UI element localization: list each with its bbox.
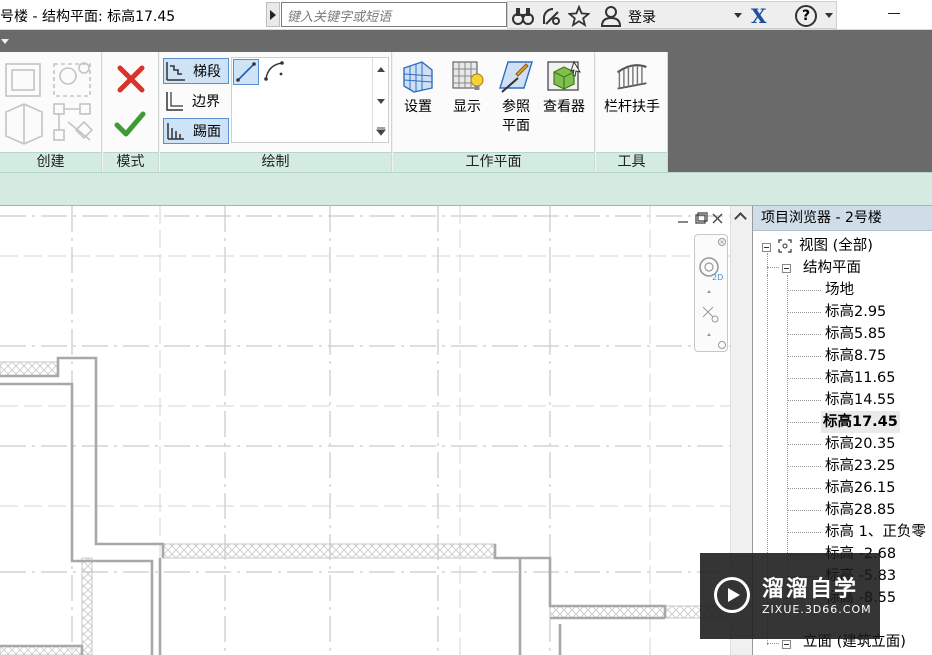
tree-node-level[interactable]: 标高14.55 xyxy=(825,389,896,411)
window-title: 号楼 - 结构平面: 标高17.45 xyxy=(0,9,176,25)
minimize-icon[interactable] xyxy=(888,13,900,14)
project-browser-title: 项目浏览器 - 2号楼 xyxy=(753,206,932,231)
arc-tool-icon[interactable] xyxy=(262,59,288,85)
watermark-url: ZIXUE.3D66.COM xyxy=(762,603,872,616)
ref-plane-label-2: 平面 xyxy=(502,118,530,134)
navigation-bar: 2D xyxy=(694,234,728,352)
watermark-title: 溜溜自学 xyxy=(762,577,859,602)
panel-label-create: 创建 xyxy=(0,152,101,172)
run-tool-button[interactable]: 梯段 xyxy=(163,58,229,84)
tree-node-level[interactable]: 标高11.65 xyxy=(825,367,896,389)
panel-label-workplane: 工作平面 xyxy=(393,152,594,172)
favorites-star-icon[interactable] xyxy=(567,4,591,27)
set-workplane-button[interactable]: 设置 xyxy=(394,58,442,117)
drawing-canvas[interactable]: 2D xyxy=(0,206,730,655)
tree-node-structural-plans[interactable]: 结构平面 xyxy=(803,257,861,279)
reference-plane-icon xyxy=(499,61,533,93)
grid-lightbulb-icon xyxy=(452,61,484,90)
show-workplane-button[interactable]: 显示 xyxy=(443,58,491,117)
views-icon xyxy=(778,239,792,253)
tree-node-level-active[interactable]: 标高17.45 xyxy=(821,411,900,433)
tree-node-level[interactable]: 标高8.75 xyxy=(825,345,886,367)
play-logo-icon xyxy=(714,577,750,613)
finish-edit-check-icon[interactable] xyxy=(114,110,146,138)
tree-node-level[interactable]: 标高20.35 xyxy=(825,433,896,455)
chevron-down-icon[interactable] xyxy=(734,13,742,18)
boundary-icon xyxy=(163,90,187,112)
tree-node-level[interactable]: 标高2.95 xyxy=(825,301,886,323)
ribbon-tab-strip xyxy=(0,30,932,52)
viewer-label: 查看器 xyxy=(543,99,585,115)
panel-label-tools: 工具 xyxy=(596,152,667,172)
search-expand-button[interactable] xyxy=(266,2,280,27)
railing-icon xyxy=(616,64,647,90)
collapse-toggle-elevations[interactable] xyxy=(782,640,791,649)
chevron-up-icon[interactable] xyxy=(734,212,747,225)
tree-node-views-root[interactable]: 视图 (全部) xyxy=(799,235,873,257)
options-bar xyxy=(0,172,932,206)
railing-label: 栏杆扶手 xyxy=(604,99,660,115)
run-icon xyxy=(164,60,188,82)
cancel-edit-icon[interactable] xyxy=(116,64,146,94)
login-link[interactable]: 登录 xyxy=(628,7,656,27)
user-icon[interactable] xyxy=(600,5,622,27)
chevron-down-icon[interactable] xyxy=(1,39,9,44)
exchange-apps-icon[interactable]: X xyxy=(751,4,767,28)
set-label: 设置 xyxy=(404,99,432,115)
ribbon: 创建 模式 梯段 边界 踢面 绘制 设置 显示 参照 平面 查看器 工作平面 栏… xyxy=(0,52,932,172)
chevron-down-icon[interactable] xyxy=(825,13,833,18)
tree-node-level[interactable]: 场地 xyxy=(825,279,854,301)
riser-tool-button[interactable]: 踢面 xyxy=(163,118,229,144)
subscription-center-icon[interactable] xyxy=(540,5,562,27)
grid-plane-icon xyxy=(403,61,433,93)
run-label: 梯段 xyxy=(193,64,221,80)
collapse-toggle-views[interactable] xyxy=(762,243,771,252)
boundary-tool-button[interactable]: 边界 xyxy=(163,88,220,114)
create-tools-icon[interactable] xyxy=(4,60,98,146)
panel-create: 创建 xyxy=(0,52,102,172)
ribbon-empty-area xyxy=(668,52,932,172)
show-label: 显示 xyxy=(453,99,481,115)
panel-draw: 梯段 边界 踢面 绘制 xyxy=(160,52,392,172)
ref-plane-label-1: 参照 xyxy=(502,99,530,115)
search-input[interactable]: 键入关键字或短语 xyxy=(281,2,507,27)
infocenter-toolbar: 登录 X ? xyxy=(507,1,837,29)
floor-plan-drawing[interactable] xyxy=(0,206,730,655)
panel-label-mode: 模式 xyxy=(103,152,158,172)
panel-workplane: 设置 显示 参照 平面 查看器 工作平面 xyxy=(393,52,595,172)
svg-text:2D: 2D xyxy=(712,273,723,282)
panel-mode: 模式 xyxy=(103,52,159,172)
view-window-controls xyxy=(678,212,723,224)
boundary-label: 边界 xyxy=(192,94,220,110)
tree-node-level[interactable]: 标高26.15 xyxy=(825,477,896,499)
binoculars-icon[interactable] xyxy=(512,5,534,27)
riser-label: 踢面 xyxy=(193,124,221,140)
tree-node-level[interactable]: 标高28.85 xyxy=(825,499,896,521)
reference-plane-button[interactable]: 参照 平面 xyxy=(492,58,540,136)
tree-node-level[interactable]: 标高 1、正负零 xyxy=(825,521,926,543)
gallery-scrollbar[interactable] xyxy=(372,58,388,142)
line-tool-icon[interactable] xyxy=(233,59,259,85)
tree-node-level[interactable]: 标高5.85 xyxy=(825,323,886,345)
panel-label-draw: 绘制 xyxy=(160,152,391,172)
tree-node-level[interactable]: 标高23.25 xyxy=(825,455,896,477)
riser-icon xyxy=(164,120,188,142)
watermark-logo: 溜溜自学 ZIXUE.3D66.COM xyxy=(700,553,880,639)
collapse-toggle-structural-plans[interactable] xyxy=(782,264,791,273)
viewer-button[interactable]: 查看器 xyxy=(540,58,588,117)
title-bar: 号楼 - 结构平面: 标高17.45 键入关键字或短语 登录 X ? xyxy=(0,0,932,30)
railing-button[interactable]: 栏杆扶手 xyxy=(600,58,664,117)
draw-shape-gallery xyxy=(231,57,389,143)
help-button[interactable]: ? xyxy=(795,5,817,27)
viewer-cube-icon xyxy=(547,60,582,91)
panel-tools: 栏杆扶手 工具 xyxy=(596,52,668,172)
